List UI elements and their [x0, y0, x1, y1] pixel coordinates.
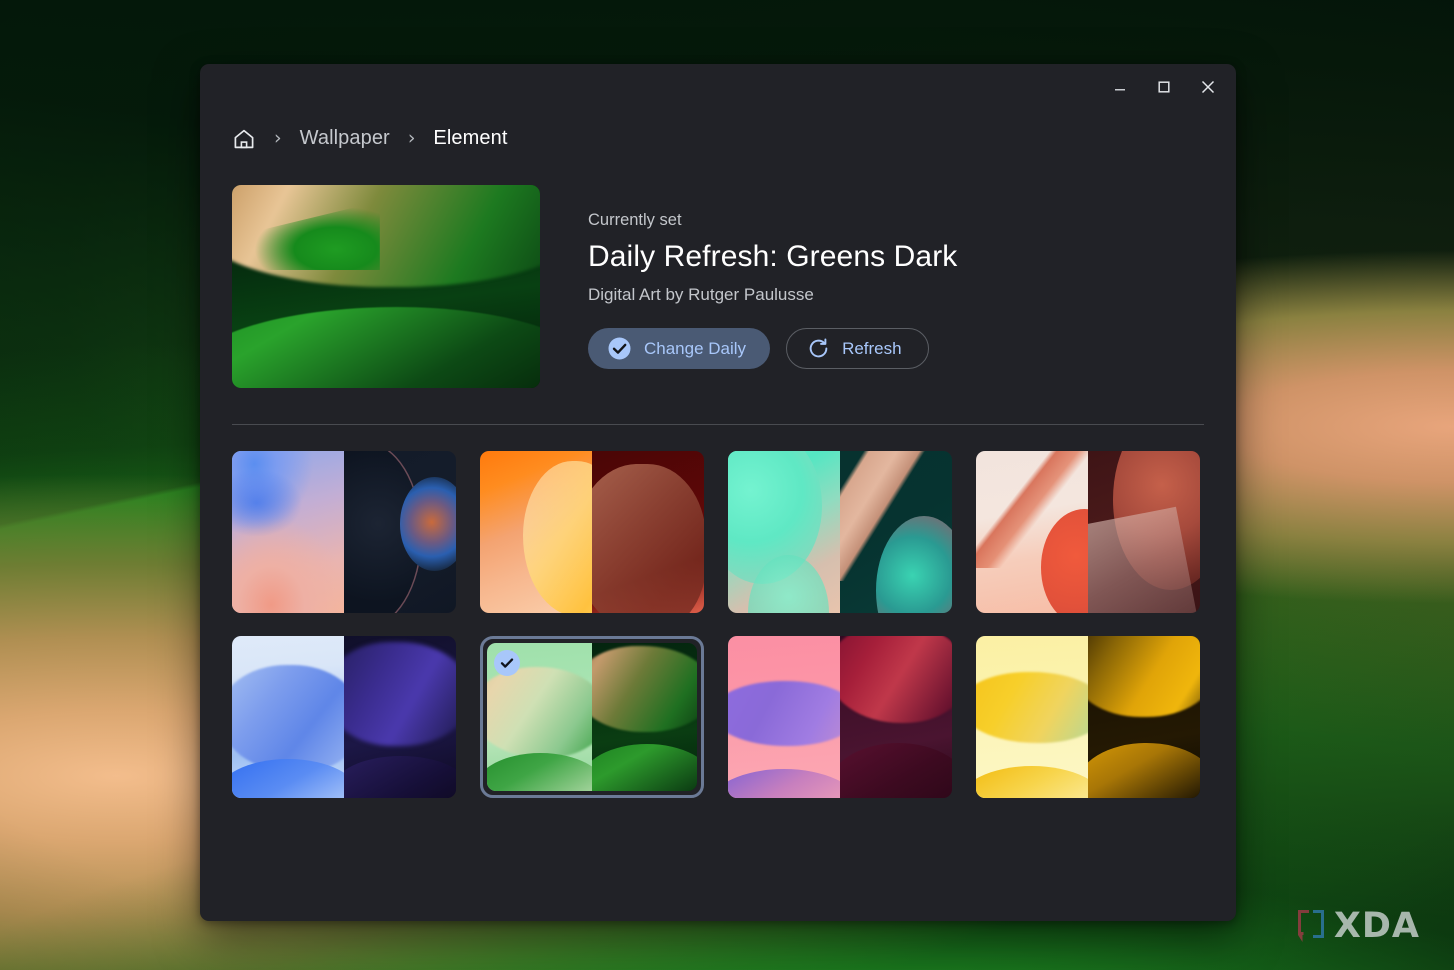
thumbnail-dark-variant: [344, 451, 456, 613]
wallpaper-thumbnail[interactable]: [480, 451, 704, 613]
close-icon: [1201, 80, 1215, 94]
thumbnail-light-art: [728, 451, 840, 613]
thumbnail-light-variant: [480, 451, 592, 613]
wallpaper-actions: Change Daily Refresh: [588, 328, 957, 369]
refresh-icon: [807, 337, 830, 360]
thumbnail-dark-variant: [344, 636, 456, 798]
check-icon: [500, 658, 514, 668]
thumbnail-light-variant: [728, 451, 840, 613]
wallpaper-title: Daily Refresh: Greens Dark: [588, 240, 958, 273]
thumbnail-light-variant: [232, 451, 344, 613]
wallpaper-attribution: Digital Art by Rutger Paulusse: [588, 285, 814, 304]
wallpaper-settings-window: › Wallpaper › Element Currently set Dail…: [200, 64, 1236, 921]
thumbnail-dark-variant: [840, 451, 952, 613]
close-button[interactable]: [1186, 67, 1230, 107]
current-wallpaper-info: Currently set Daily Refresh: Greens Dark…: [588, 185, 957, 388]
change-daily-button[interactable]: Change Daily: [588, 328, 771, 369]
thumbnail-light-art: [480, 451, 592, 613]
thumbnail-dark-variant: [840, 636, 952, 798]
breadcrumb-separator-2: ›: [407, 127, 416, 149]
current-wallpaper-section: Currently set Daily Refresh: Greens Dark…: [200, 158, 1236, 388]
wallpaper-thumbnail[interactable]: [232, 451, 456, 613]
wallpaper-thumbnail-image: [976, 451, 1200, 613]
thumbnail-dark-art: [840, 451, 952, 613]
wallpaper-thumbnail[interactable]: [480, 636, 704, 798]
right-bracket-icon: [1312, 910, 1324, 938]
current-wallpaper-preview[interactable]: [232, 185, 540, 388]
wallpaper-thumbnail[interactable]: [976, 451, 1200, 613]
wallpaper-thumbnail[interactable]: [728, 451, 952, 613]
xda-watermark: XDA: [1295, 906, 1420, 946]
wallpaper-gallery-grid: [200, 425, 1236, 798]
thumbnail-light-art: [976, 636, 1088, 798]
change-daily-label: Change Daily: [644, 338, 747, 358]
thumbnail-light-variant: [728, 636, 840, 798]
wallpaper-thumbnail-image: [728, 636, 952, 798]
thumbnail-light-art: [976, 451, 1088, 613]
thumbnail-dark-art: [1088, 636, 1200, 798]
maximize-icon: [1158, 81, 1170, 93]
thumbnail-dark-art: [592, 451, 704, 613]
minimize-button[interactable]: [1098, 67, 1142, 107]
refresh-button[interactable]: Refresh: [786, 328, 929, 369]
selected-check-badge: [494, 650, 520, 676]
breadcrumb-item-element: Element: [433, 127, 508, 149]
thumbnail-light-art: [232, 451, 344, 613]
current-wallpaper-image: [232, 185, 540, 388]
wallpaper-thumbnail[interactable]: [976, 636, 1200, 798]
thumbnail-dark-art: [840, 636, 952, 798]
wallpaper-thumbnail-image: [232, 636, 456, 798]
breadcrumb-separator-1: ›: [274, 127, 282, 149]
left-bracket-icon: [1297, 910, 1309, 942]
thumbnail-dark-variant: [1088, 451, 1200, 613]
thumbnail-dark-art: [592, 643, 697, 791]
thumbnail-light-variant: [232, 636, 344, 798]
thumbnail-dark-variant: [1088, 636, 1200, 798]
thumbnail-dark-art: [344, 451, 456, 613]
window-titlebar: [200, 64, 1236, 110]
wallpaper-thumbnail-image: [976, 636, 1200, 798]
thumbnail-dark-variant: [592, 643, 697, 791]
thumbnail-light-art: [728, 636, 840, 798]
refresh-label: Refresh: [842, 338, 902, 358]
breadcrumb: › Wallpaper › Element: [200, 110, 1236, 158]
check-circle-icon: [607, 336, 632, 361]
home-button[interactable]: [232, 127, 256, 151]
breadcrumb-item-wallpaper[interactable]: Wallpaper: [300, 127, 390, 150]
thumbnail-dark-art: [1088, 451, 1200, 613]
wallpaper-thumbnail[interactable]: [232, 636, 456, 798]
currently-set-label: Currently set: [588, 211, 682, 229]
wallpaper-thumbnail-image: [728, 451, 952, 613]
maximize-button[interactable]: [1142, 67, 1186, 107]
wallpaper-thumbnail-image: [480, 451, 704, 613]
wallpaper-thumbnail-image: [232, 451, 456, 613]
wallpaper-thumbnail[interactable]: [728, 636, 952, 798]
minimize-icon: [1115, 89, 1125, 91]
thumbnail-dark-variant: [592, 451, 704, 613]
thumbnail-light-art: [232, 636, 344, 798]
home-icon: [234, 129, 254, 148]
thumbnail-dark-art: [344, 636, 456, 798]
xda-bracket-icons: [1295, 908, 1327, 944]
thumbnail-light-variant: [976, 451, 1088, 613]
xda-wordmark: XDA: [1333, 906, 1420, 946]
thumbnail-light-variant: [976, 636, 1088, 798]
